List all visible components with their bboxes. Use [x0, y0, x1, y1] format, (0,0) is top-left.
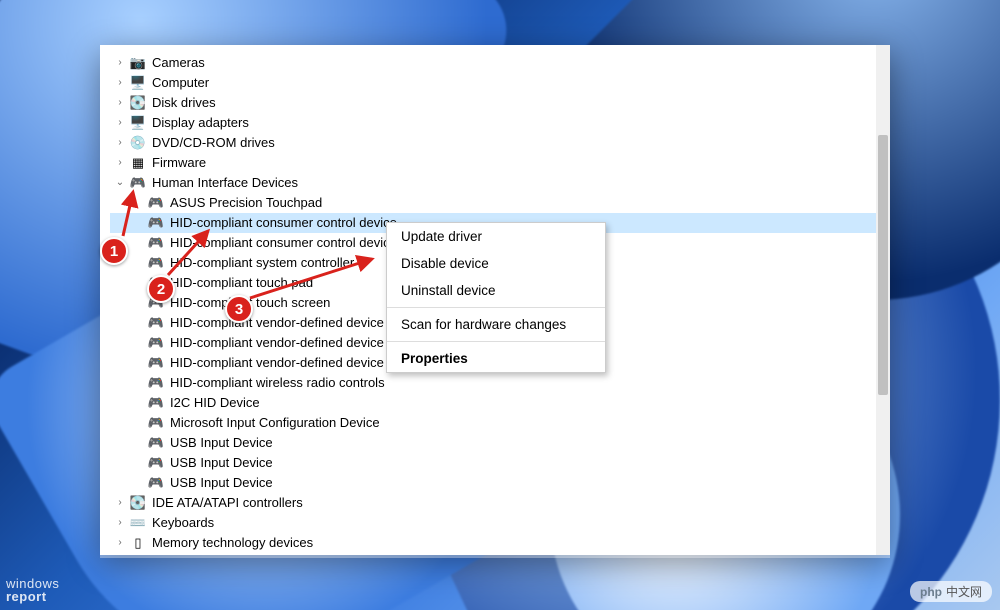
- device-icon: 🎮: [148, 195, 164, 211]
- vertical-scrollbar[interactable]: [876, 45, 890, 555]
- device-icon: 📷: [130, 55, 146, 71]
- tree-category[interactable]: 🖥️Computer: [110, 73, 886, 93]
- watermark-text: 中文网: [946, 583, 982, 600]
- device-icon: ▯: [130, 535, 146, 551]
- tree-category[interactable]: 💽IDE ATA/ATAPI controllers: [110, 493, 886, 513]
- menu-separator: [387, 341, 605, 342]
- watermark-php-cn: php 中文网: [910, 581, 992, 602]
- device-icon: 🎮: [148, 415, 164, 431]
- tree-device-item[interactable]: 🎮USB Input Device: [110, 473, 886, 493]
- device-icon: 🎮: [148, 455, 164, 471]
- tree-item-label: Microsoft Input Configuration Device: [168, 413, 382, 433]
- tree-item-label: Memory technology devices: [150, 533, 315, 553]
- tree-item-label: Disk drives: [150, 93, 218, 113]
- step-badge-3: 3: [225, 295, 253, 323]
- tree-device-item[interactable]: 🎮HID-compliant wireless radio controls: [110, 373, 886, 393]
- watermark-brand: php: [920, 585, 942, 599]
- device-icon: 🎮: [130, 175, 146, 191]
- tree-item-label: Keyboards: [150, 513, 216, 533]
- device-icon: ▦: [130, 155, 146, 171]
- expand-chevron-icon[interactable]: [114, 175, 126, 191]
- tree-item-label: HID-compliant vendor-defined device: [168, 313, 386, 333]
- tree-item-label: HID-compliant consumer control device: [168, 213, 399, 233]
- tree-device-item[interactable]: 🎮Microsoft Input Configuration Device: [110, 413, 886, 433]
- tree-item-label: Cameras: [150, 53, 207, 73]
- expand-chevron-icon[interactable]: [114, 115, 126, 131]
- tree-item-label: Firmware: [150, 153, 208, 173]
- tree-item-label: HID-compliant touch pad: [168, 273, 315, 293]
- device-icon: 🎮: [148, 375, 164, 391]
- tree-item-label: HID-compliant system controller: [168, 253, 356, 273]
- scroll-thumb[interactable]: [878, 135, 888, 395]
- device-icon: 🎮: [148, 235, 164, 251]
- menu-separator: [387, 307, 605, 308]
- tree-item-label: HID-compliant vendor-defined device: [168, 353, 386, 373]
- tree-item-label: HID-compliant vendor-defined device: [168, 333, 386, 353]
- tree-item-label: IDE ATA/ATAPI controllers: [150, 493, 305, 513]
- menu-item-uninstall-device[interactable]: Uninstall device: [387, 277, 605, 304]
- device-icon: 🎮: [148, 335, 164, 351]
- expand-chevron-icon[interactable]: [114, 535, 126, 551]
- device-icon: 🎮: [148, 475, 164, 491]
- tree-item-label: USB Input Device: [168, 453, 275, 473]
- tree-item-label: DVD/CD-ROM drives: [150, 133, 277, 153]
- tree-item-label: I2C HID Device: [168, 393, 262, 413]
- tree-category[interactable]: 💿DVD/CD-ROM drives: [110, 133, 886, 153]
- expand-chevron-icon[interactable]: [114, 495, 126, 511]
- menu-item-properties[interactable]: Properties: [387, 345, 605, 372]
- menu-item-scan-for-hardware-changes[interactable]: Scan for hardware changes: [387, 311, 605, 338]
- device-icon: 🎮: [148, 315, 164, 331]
- device-icon: 💽: [130, 495, 146, 511]
- tree-item-label: Computer: [150, 73, 211, 93]
- tree-category[interactable]: 🎮Human Interface Devices: [110, 173, 886, 193]
- tree-category[interactable]: 💽Disk drives: [110, 93, 886, 113]
- device-icon: 🖥️: [130, 115, 146, 131]
- tree-device-item[interactable]: 🎮USB Input Device: [110, 433, 886, 453]
- tree-item-label: USB Input Device: [168, 473, 275, 493]
- expand-chevron-icon[interactable]: [114, 95, 126, 111]
- tree-item-label: Human Interface Devices: [150, 173, 300, 193]
- menu-item-update-driver[interactable]: Update driver: [387, 223, 605, 250]
- tree-category[interactable]: 🖥️Display adapters: [110, 113, 886, 133]
- device-icon: 🎮: [148, 215, 164, 231]
- device-icon: ⌨️: [130, 515, 146, 531]
- watermark-line1: windows: [6, 577, 59, 591]
- expand-chevron-icon[interactable]: [114, 135, 126, 151]
- device-icon: 🎮: [148, 255, 164, 271]
- tree-item-label: Display adapters: [150, 113, 251, 133]
- device-icon: 💿: [130, 135, 146, 151]
- tree-item-label: USB Input Device: [168, 433, 275, 453]
- tree-item-label: ASUS Precision Touchpad: [168, 193, 324, 213]
- expand-chevron-icon[interactable]: [114, 55, 126, 71]
- tree-item-label: HID-compliant consumer control device: [168, 233, 399, 253]
- device-icon: 🖥️: [130, 75, 146, 91]
- device-icon: 🎮: [148, 395, 164, 411]
- step-badge-2: 2: [147, 275, 175, 303]
- tree-item-label: HID-compliant wireless radio controls: [168, 373, 387, 393]
- tree-device-item[interactable]: 🎮ASUS Precision Touchpad: [110, 193, 886, 213]
- tree-device-item[interactable]: 🎮I2C HID Device: [110, 393, 886, 413]
- expand-chevron-icon[interactable]: [114, 155, 126, 171]
- screenshot-divider: [100, 555, 890, 558]
- tree-device-item[interactable]: 🎮USB Input Device: [110, 453, 886, 473]
- device-icon: 🎮: [148, 355, 164, 371]
- tree-category[interactable]: 📷Cameras: [110, 53, 886, 73]
- tree-category[interactable]: ▦Firmware: [110, 153, 886, 173]
- device-icon: 💽: [130, 95, 146, 111]
- tree-category[interactable]: ⌨️Keyboards: [110, 513, 886, 533]
- watermark-line2: report: [6, 590, 59, 604]
- expand-chevron-icon[interactable]: [114, 515, 126, 531]
- tree-category[interactable]: ▯Memory technology devices: [110, 533, 886, 553]
- step-badge-1: 1: [100, 237, 128, 265]
- watermark-windows-report: windows report: [6, 577, 59, 604]
- context-menu: Update driverDisable deviceUninstall dev…: [386, 222, 606, 373]
- device-icon: 🎮: [148, 435, 164, 451]
- menu-item-disable-device[interactable]: Disable device: [387, 250, 605, 277]
- expand-chevron-icon[interactable]: [114, 75, 126, 91]
